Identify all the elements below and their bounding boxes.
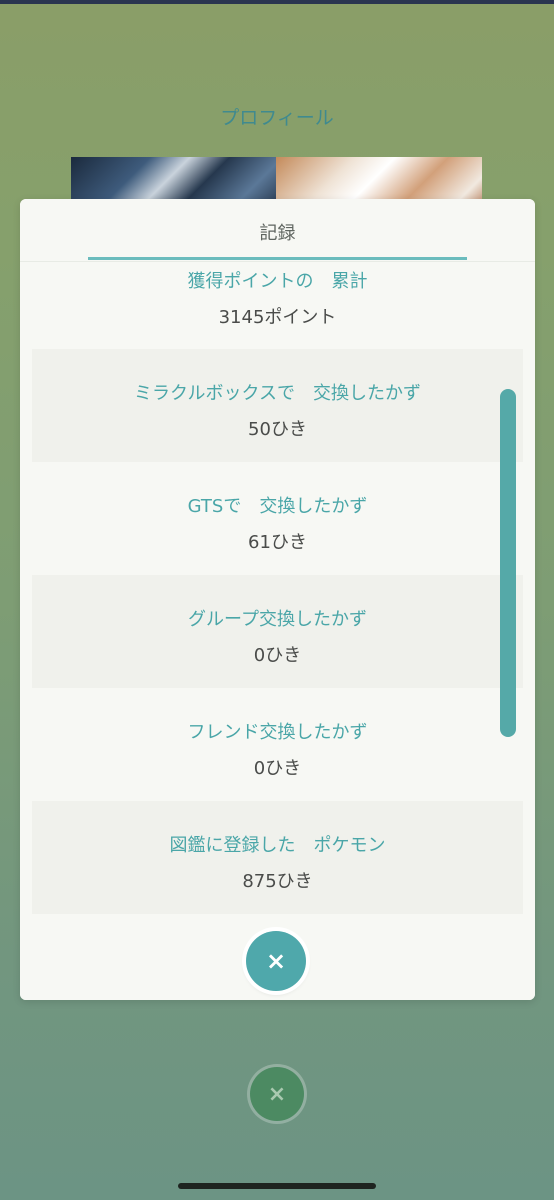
close-button[interactable]: × bbox=[246, 931, 306, 991]
records-scrollbar[interactable] bbox=[500, 389, 516, 737]
close-icon: × bbox=[265, 947, 287, 975]
dialog-header: 記録 bbox=[20, 199, 535, 261]
record-row-total-points: 獲得ポイントの 累計 3145ポイント bbox=[32, 262, 523, 349]
record-label: フレンド交換したかず bbox=[187, 722, 368, 743]
record-row-friend-trade: フレンド交換したかず 0ひき bbox=[32, 688, 523, 801]
record-label: ミラクルボックスで 交換したかず bbox=[134, 383, 421, 404]
dialog-title: 記録 bbox=[259, 223, 296, 244]
record-label: グループ交換したかず bbox=[188, 609, 367, 630]
close-icon: × bbox=[267, 1081, 287, 1107]
record-value: 61ひき bbox=[248, 532, 307, 553]
record-row-wonder-box: ミラクルボックスで 交換したかず 50ひき bbox=[32, 349, 523, 462]
record-value: 875ひき bbox=[242, 871, 313, 892]
record-row-pokedex: 図鑑に登録した ポケモン 875ひき bbox=[32, 801, 523, 914]
records-list[interactable]: 獲得ポイントの 累計 3145ポイント ミラクルボックスで 交換したかず 50ひ… bbox=[32, 262, 523, 914]
record-row-gts: GTSで 交換したかず 61ひき bbox=[32, 462, 523, 575]
home-indicator[interactable] bbox=[178, 1183, 376, 1189]
record-value: 0ひき bbox=[253, 645, 302, 666]
title-underline bbox=[88, 257, 467, 260]
record-label: GTSで 交換したかず bbox=[187, 496, 368, 517]
record-value: 50ひき bbox=[248, 419, 307, 440]
record-label: 獲得ポイントの 累計 bbox=[187, 271, 368, 292]
background-close-button: × bbox=[250, 1067, 304, 1121]
record-value: 3145ポイント bbox=[218, 307, 337, 328]
status-bar-strip bbox=[0, 0, 554, 4]
profile-title: プロフィール bbox=[220, 107, 334, 129]
record-value: 0ひき bbox=[253, 758, 302, 779]
record-label: 図鑑に登録した ポケモン bbox=[169, 835, 386, 856]
records-dialog: 記録 獲得ポイントの 累計 3145ポイント ミラクルボックスで 交換したかず … bbox=[20, 199, 535, 1000]
record-row-group-trade: グループ交換したかず 0ひき bbox=[32, 575, 523, 688]
